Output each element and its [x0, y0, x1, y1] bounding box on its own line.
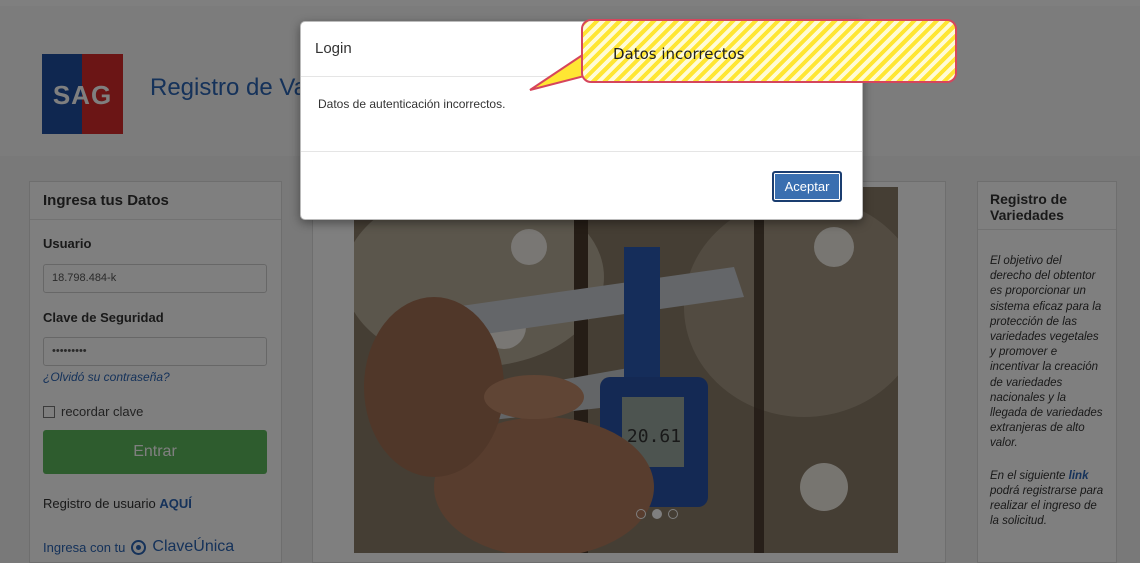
callout-text: Datos incorrectos	[613, 45, 745, 63]
accept-button[interactable]: Aceptar	[772, 171, 842, 202]
annotation-callout: Datos incorrectos	[581, 19, 957, 83]
modal-message: Datos de autenticación incorrectos.	[301, 77, 862, 152]
